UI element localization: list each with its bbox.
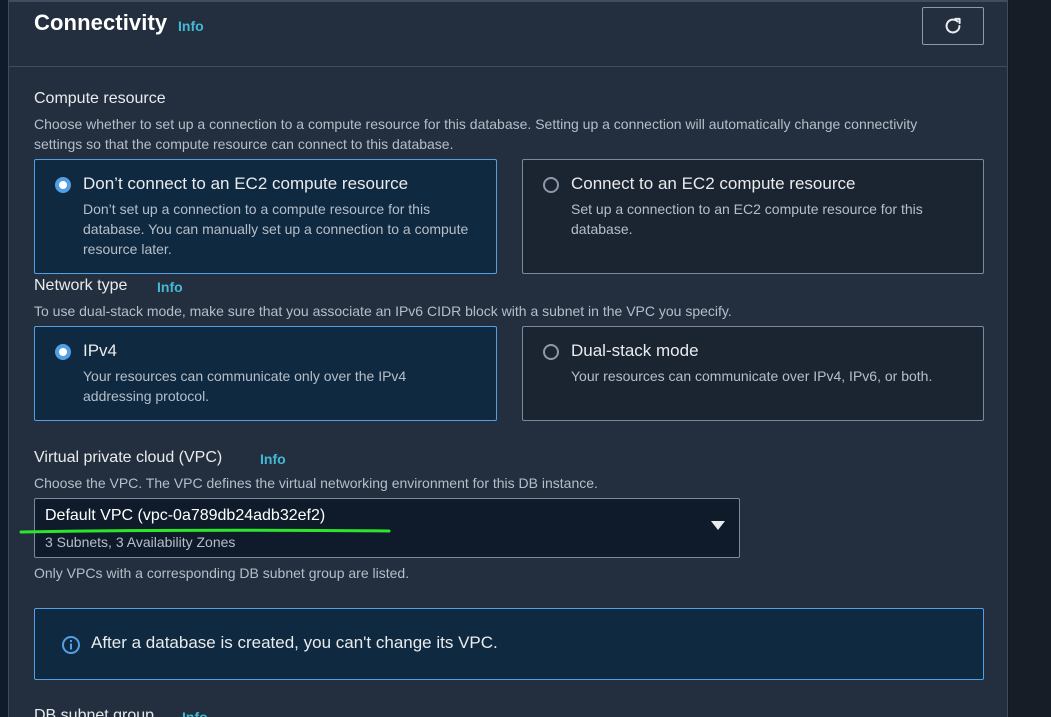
tile-description: Don’t set up a connection to a compute r… bbox=[83, 201, 469, 257]
alert-text: After a database is created, you can't c… bbox=[91, 633, 498, 652]
page-title: Connectivity bbox=[34, 10, 168, 35]
radio-dual-stack[interactable] bbox=[543, 344, 559, 360]
vpc-label: Virtual private cloud (VPC) bbox=[34, 449, 223, 466]
tile-title: Don’t connect to an EC2 compute resource bbox=[83, 174, 409, 193]
green-underline-annotation bbox=[19, 528, 391, 534]
tile-title: Dual-stack mode bbox=[571, 341, 699, 360]
tile-dont-connect-ec2[interactable]: Don’t connect to an EC2 compute resource… bbox=[34, 159, 497, 274]
network-type-label: Network type bbox=[34, 277, 128, 294]
radio-ipv4[interactable] bbox=[55, 344, 71, 360]
tile-ipv4[interactable]: IPv4 Your resources can communicate only… bbox=[34, 326, 497, 421]
refresh-icon bbox=[945, 17, 961, 34]
vpc-info-link[interactable]: Info bbox=[260, 451, 286, 467]
tile-title: Connect to an EC2 compute resource bbox=[571, 174, 856, 193]
right-gutter bbox=[1009, 0, 1051, 717]
connectivity-info-link[interactable]: Info bbox=[178, 18, 204, 34]
vpc-info-alert: After a database is created, you can't c… bbox=[34, 608, 984, 680]
radio-connect-ec2[interactable] bbox=[543, 177, 559, 193]
info-circle-icon bbox=[62, 636, 80, 654]
tile-title: IPv4 bbox=[83, 341, 118, 360]
tile-description: Your resources can communicate only over… bbox=[83, 368, 407, 404]
vpc-hint: Only VPCs with a corresponding DB subnet… bbox=[34, 565, 410, 581]
tile-dual-stack[interactable]: Dual-stack mode Your resources can commu… bbox=[522, 326, 984, 421]
compute-resource-label: Compute resource bbox=[34, 90, 166, 107]
tile-connect-ec2[interactable]: Connect to an EC2 compute resource Set u… bbox=[522, 159, 984, 274]
tile-description: Your resources can communicate over IPv4… bbox=[571, 368, 933, 384]
tile-description: Set up a connection to an EC2 compute re… bbox=[571, 201, 923, 237]
panel-header: Connectivity Info bbox=[9, 0, 1007, 67]
compute-resource-description: Choose whether to set up a connection to… bbox=[34, 116, 918, 152]
db-subnet-group-info-link[interactable]: Info bbox=[182, 709, 208, 717]
vpc-description: Choose the VPC. The VPC defines the virt… bbox=[34, 475, 598, 491]
network-type-info-link[interactable]: Info bbox=[157, 279, 183, 295]
refresh-button[interactable] bbox=[922, 7, 984, 45]
db-subnet-group-label: DB subnet group bbox=[34, 707, 155, 717]
vpc-selected-value: Default VPC (vpc-0a789db24adb32ef2) bbox=[45, 507, 326, 524]
caret-down-icon bbox=[711, 521, 725, 530]
radio-dont-connect-ec2[interactable] bbox=[55, 177, 71, 193]
network-type-description: To use dual-stack mode, make sure that y… bbox=[34, 303, 732, 319]
connectivity-panel: Connectivity Info Compute resource Choos… bbox=[8, 0, 1008, 717]
